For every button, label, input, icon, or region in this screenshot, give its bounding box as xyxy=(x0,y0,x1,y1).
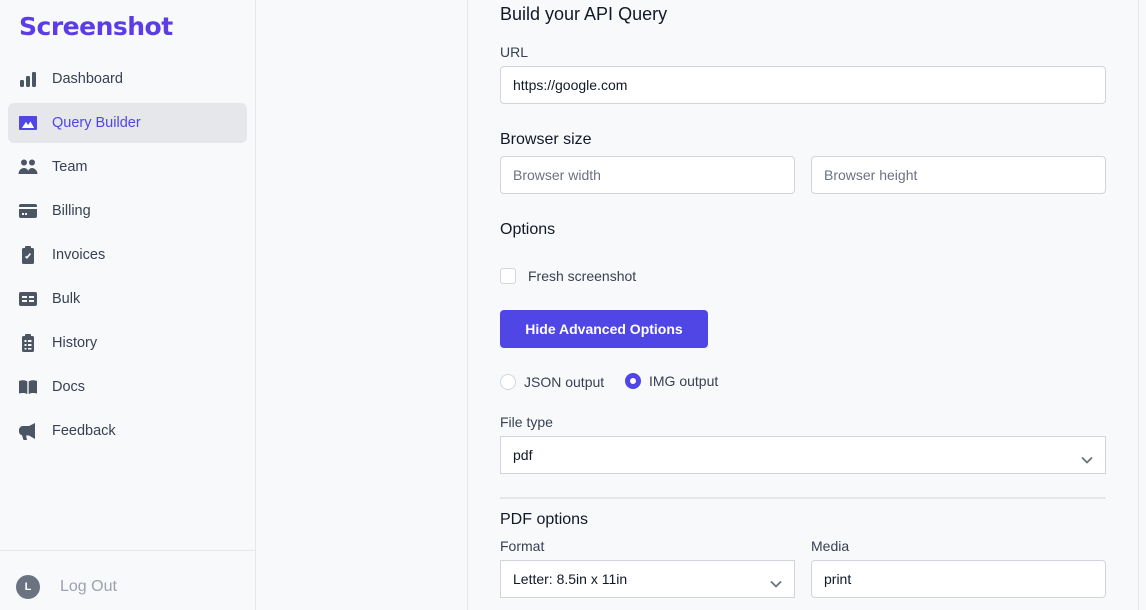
book-open-icon xyxy=(17,376,39,398)
sidebar-item-dashboard[interactable]: Dashboard xyxy=(8,59,247,99)
logout-button[interactable]: L Log Out xyxy=(16,575,117,599)
query-builder-form: Build your API Query URL Browser size Op… xyxy=(500,0,1106,598)
sidebar: Screenshot Dashboard Query Builder Team … xyxy=(0,0,256,610)
sidebar-item-label: Team xyxy=(52,159,88,175)
format-select[interactable]: Letter: 8.5in x 11in xyxy=(500,560,795,598)
file-type-value: pdf xyxy=(513,447,533,463)
sidebar-item-billing[interactable]: Billing xyxy=(8,191,247,231)
sidebar-item-label: Bulk xyxy=(52,291,81,307)
sidebar-item-label: Invoices xyxy=(52,247,106,263)
chevron-down-icon xyxy=(770,575,782,588)
clipboard-check-icon xyxy=(17,244,39,266)
clipboard-list-icon xyxy=(17,332,39,354)
sidebar-item-label: Dashboard xyxy=(52,71,123,87)
fresh-screenshot-label: Fresh screenshot xyxy=(528,268,637,284)
browser-size-title: Browser size xyxy=(500,131,592,148)
sidebar-item-query-builder[interactable]: Query Builder xyxy=(8,103,247,143)
users-icon xyxy=(17,156,39,178)
sidebar-item-docs[interactable]: Docs xyxy=(8,367,247,407)
image-icon xyxy=(17,112,39,134)
avatar: L xyxy=(16,575,40,599)
sidebar-item-label: Feedback xyxy=(52,423,116,439)
img-output-radio[interactable] xyxy=(625,373,641,389)
sidebar-item-label: History xyxy=(52,335,98,351)
sidebar-item-label: Docs xyxy=(52,379,86,395)
bar-chart-icon xyxy=(17,68,39,90)
file-type-select[interactable]: pdf xyxy=(500,436,1106,474)
sidebar-item-team[interactable]: Team xyxy=(8,147,247,187)
section-divider xyxy=(500,497,1106,499)
format-value: Letter: 8.5in x 11in xyxy=(513,571,628,587)
page-title: Build your API Query xyxy=(500,4,668,24)
sidebar-item-invoices[interactable]: Invoices xyxy=(8,235,247,275)
json-output-label: JSON output xyxy=(524,374,605,390)
browser-width-input[interactable] xyxy=(500,156,795,194)
app-logo[interactable]: Screenshot xyxy=(19,12,173,41)
sidebar-item-feedback[interactable]: Feedback xyxy=(8,411,247,451)
sidebar-item-label: Query Builder xyxy=(52,115,141,131)
logout-label: Log Out xyxy=(60,578,117,595)
sidebar-divider xyxy=(0,550,255,551)
browser-height-input[interactable] xyxy=(811,156,1106,194)
sidebar-item-history[interactable]: History xyxy=(8,323,247,363)
pdf-options-title: PDF options xyxy=(500,511,589,528)
hide-advanced-options-button[interactable]: Hide Advanced Options xyxy=(500,310,708,348)
sidebar-item-bulk[interactable]: Bulk xyxy=(8,279,247,319)
sidebar-item-label: Billing xyxy=(52,203,91,219)
file-type-label: File type xyxy=(500,414,553,430)
table-icon xyxy=(17,288,39,310)
media-input[interactable] xyxy=(811,560,1106,598)
format-label: Format xyxy=(500,538,545,554)
credit-card-icon xyxy=(17,200,39,222)
url-input[interactable] xyxy=(500,66,1106,104)
chevron-down-icon xyxy=(1081,451,1093,464)
column-divider-left xyxy=(467,0,468,610)
sidebar-nav: Dashboard Query Builder Team Billing Inv… xyxy=(8,59,247,455)
url-label: URL xyxy=(500,44,529,60)
json-output-radio[interactable] xyxy=(500,374,516,390)
media-label: Media xyxy=(811,538,850,554)
column-divider-right xyxy=(1138,0,1139,610)
img-output-label: IMG output xyxy=(649,373,719,389)
megaphone-icon xyxy=(17,420,39,442)
options-title: Options xyxy=(500,221,556,238)
fresh-screenshot-checkbox[interactable] xyxy=(500,268,516,284)
